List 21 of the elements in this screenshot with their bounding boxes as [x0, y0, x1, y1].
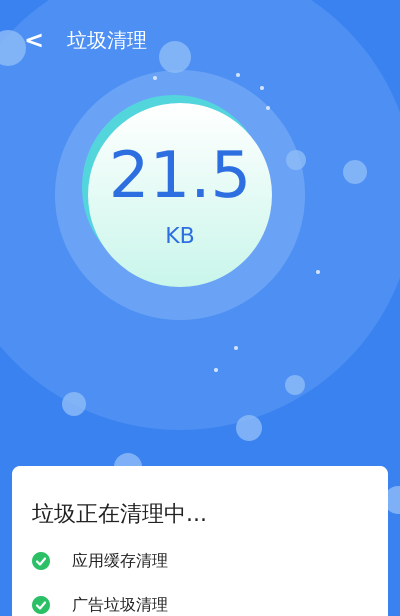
- sparkle-dot: [214, 368, 218, 372]
- bubble: [159, 41, 191, 73]
- bubble: [236, 415, 262, 441]
- bubble: [62, 392, 86, 416]
- back-button[interactable]: <: [24, 22, 44, 58]
- page-title: 垃圾清理: [67, 27, 147, 54]
- task-label: 广告垃圾清理: [72, 594, 168, 616]
- size-value: 21.5: [108, 144, 252, 208]
- bubble: [286, 150, 306, 170]
- sparkle-dot: [260, 86, 264, 90]
- bubble: [343, 160, 367, 184]
- size-unit: KB: [165, 222, 195, 250]
- sparkle-dot: [236, 73, 240, 77]
- bubble: [285, 375, 305, 395]
- bubble: [0, 30, 26, 66]
- card-title: 垃圾正在清理中...: [32, 501, 208, 529]
- sparkle-dot: [153, 76, 157, 80]
- sparkle-dot: [316, 270, 320, 274]
- sparkle-dot: [266, 106, 270, 110]
- task-label: 应用缓存清理: [72, 550, 168, 572]
- sparkle-dot: [234, 346, 238, 350]
